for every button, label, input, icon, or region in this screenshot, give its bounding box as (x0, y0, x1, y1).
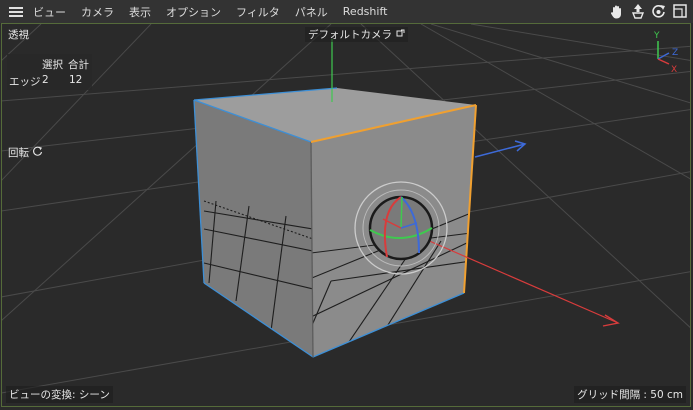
move-dolly-icon[interactable] (630, 3, 645, 19)
grid-spacing-label: グリッド間隔 : 50 cm (574, 386, 686, 403)
stats-edge-label: エッジ (9, 76, 41, 88)
rotate-mode-label[interactable]: 回転 (8, 145, 43, 160)
camera-label[interactable]: デフォルトカメラ (305, 27, 409, 42)
hand-pan-icon[interactable] (609, 3, 624, 19)
cube-left-face[interactable] (194, 100, 313, 357)
rotate-icon (33, 146, 43, 156)
menu-redshift[interactable]: Redshift (343, 5, 388, 18)
stats-total-value: 12 (69, 74, 83, 86)
rotate-orbit-icon[interactable] (651, 3, 666, 19)
scene-render[interactable]: Y Z X (1, 23, 691, 407)
menu-panel[interactable]: パネル (295, 4, 328, 20)
menu-view[interactable]: ビュー (33, 4, 66, 20)
axis-y-label: Y (653, 31, 660, 41)
menu-display[interactable]: 表示 (129, 4, 151, 20)
view-transform-label: ビューの変換: シーン (6, 386, 113, 403)
navigation-icons (609, 3, 687, 19)
stats-selected-value: 2 (42, 74, 49, 86)
view-name-label[interactable]: 透視 (8, 27, 29, 42)
maximize-view-icon[interactable] (672, 3, 687, 19)
axis-z-label: Z (672, 48, 678, 58)
menu-options[interactable]: オプション (166, 4, 221, 20)
menu-camera[interactable]: カメラ (81, 4, 114, 20)
cinema4d-viewport-app: ビュー カメラ 表示 オプション フィルタ パネル Redshift Y Z X… (0, 0, 693, 410)
selection-stats-panel: 選択 合計 エッジ 2 12 (7, 54, 92, 90)
stats-selected-header: 選択 (42, 59, 63, 71)
rotate-text: 回転 (8, 147, 29, 159)
hamburger-menu-icon[interactable] (9, 6, 23, 17)
viewport-menubar: ビュー カメラ 表示 オプション フィルタ パネル Redshift (0, 0, 693, 23)
stats-total-header: 合計 (68, 59, 89, 71)
camera-link-icon (396, 29, 405, 37)
menu-filter[interactable]: フィルタ (236, 4, 280, 20)
rotation-gizmo[interactable] (354, 181, 448, 275)
axis-orientation-indicator: Y Z X (653, 31, 678, 75)
axis-x-label: X (671, 65, 677, 75)
perspective-viewport[interactable]: Y Z X 透視 デフォルトカメラ 選択 合計 エッジ 2 12 回転 ビューの… (1, 23, 691, 407)
z-axis-line (474, 140, 527, 158)
camera-name: デフォルトカメラ (308, 29, 392, 41)
